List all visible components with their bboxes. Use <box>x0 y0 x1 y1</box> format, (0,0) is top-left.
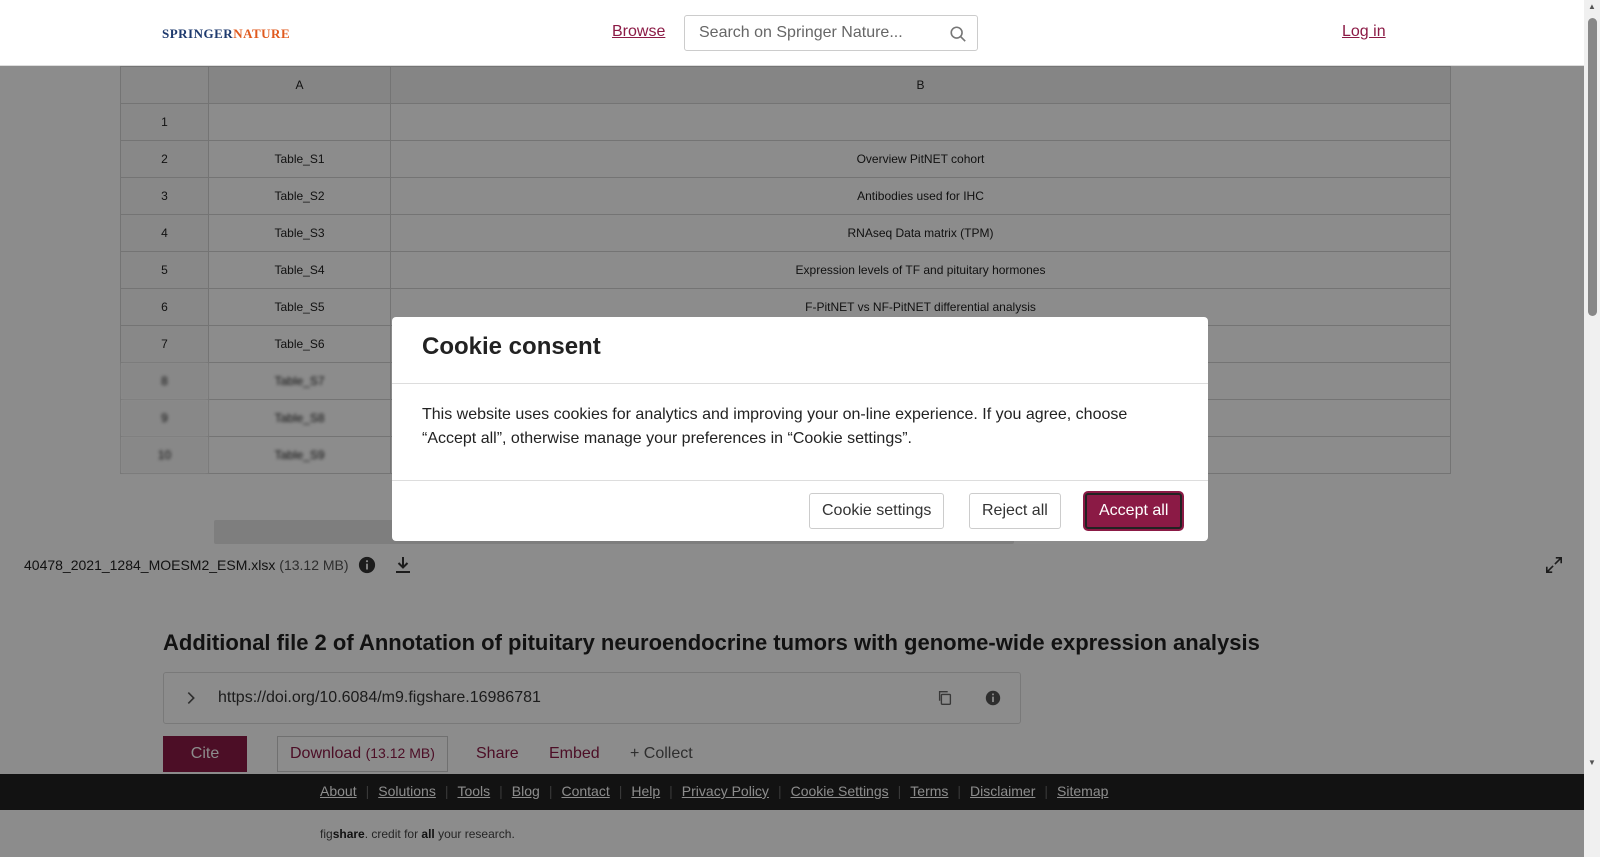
logo-springer: SPRINGER <box>162 26 234 41</box>
site-header: SPRINGERNATURE Browse Log in <box>0 0 1584 66</box>
browse-link[interactable]: Browse <box>612 23 665 41</box>
page-scrollbar-thumb[interactable] <box>1588 18 1597 316</box>
search-icon[interactable] <box>949 25 967 43</box>
search-box[interactable] <box>684 15 978 51</box>
scroll-down-icon[interactable]: ▼ <box>1588 758 1596 767</box>
reject-all-button[interactable]: Reject all <box>969 493 1061 529</box>
divider <box>392 480 1208 481</box>
divider <box>392 383 1208 384</box>
accept-all-button[interactable]: Accept all <box>1085 493 1183 529</box>
search-input[interactable] <box>699 24 939 42</box>
scroll-up-icon[interactable]: ▲ <box>1588 2 1596 11</box>
cookie-settings-button[interactable]: Cookie settings <box>809 493 945 529</box>
springer-nature-logo[interactable]: SPRINGERNATURE <box>162 26 290 42</box>
dialog-body: This website uses cookies for analytics … <box>422 406 1128 447</box>
login-link[interactable]: Log in <box>1342 23 1386 41</box>
logo-nature: NATURE <box>233 26 291 41</box>
cookie-consent-dialog: Cookie consent This website uses cookies… <box>392 317 1208 541</box>
dialog-title: Cookie consent <box>422 333 601 360</box>
page-scrollbar[interactable]: ▲ ▼ <box>1584 0 1600 857</box>
